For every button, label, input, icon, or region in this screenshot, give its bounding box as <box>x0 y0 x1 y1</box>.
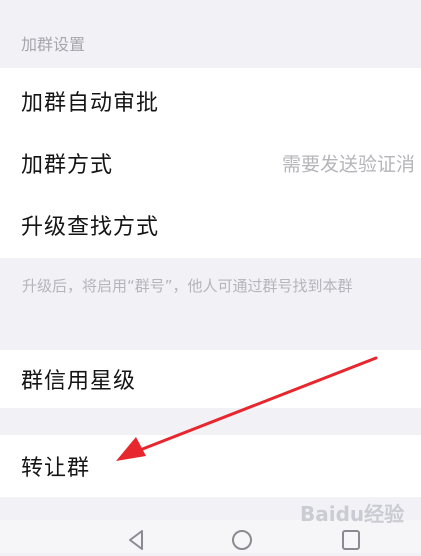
credit-label: 群信用星级 <box>21 369 137 394</box>
back-triangle-icon[interactable] <box>126 528 146 556</box>
section-gap <box>0 408 421 435</box>
auto-approve-row[interactable]: 加群自动审批 <box>0 70 421 132</box>
join-method-row[interactable]: 加群方式 需要发送验证消 <box>0 132 421 194</box>
join-settings-group: 加群自动审批 加群方式 需要发送验证消 升级查找方式 <box>0 68 421 258</box>
join-method-label: 加群方式 <box>21 153 114 178</box>
upgrade-search-row[interactable]: 升级查找方式 <box>0 194 421 256</box>
credit-group: 群信用星级 <box>0 350 421 408</box>
transfer-group-row[interactable]: 转让群 <box>0 435 421 497</box>
join-method-value: 需要发送验证消 <box>282 153 416 176</box>
watermark: Baidu经验 <box>300 502 405 526</box>
home-circle-icon[interactable] <box>230 528 254 556</box>
upgrade-search-label: 升级查找方式 <box>21 215 160 240</box>
section-header: 加群设置 <box>0 0 421 68</box>
upgrade-hint-text: 升级后，将启用“群号”，他人可通过群号找到本群 <box>22 277 353 295</box>
credit-row[interactable]: 群信用星级 <box>0 348 421 410</box>
transfer-group-label: 转让群 <box>21 456 91 481</box>
transfer-group: 转让群 <box>0 435 421 497</box>
recents-square-icon[interactable] <box>340 528 362 556</box>
upgrade-hint-band: 升级后，将启用“群号”，他人可通过群号找到本群 <box>0 258 421 350</box>
section-title: 加群设置 <box>21 35 86 54</box>
auto-approve-label: 加群自动审批 <box>21 91 160 116</box>
